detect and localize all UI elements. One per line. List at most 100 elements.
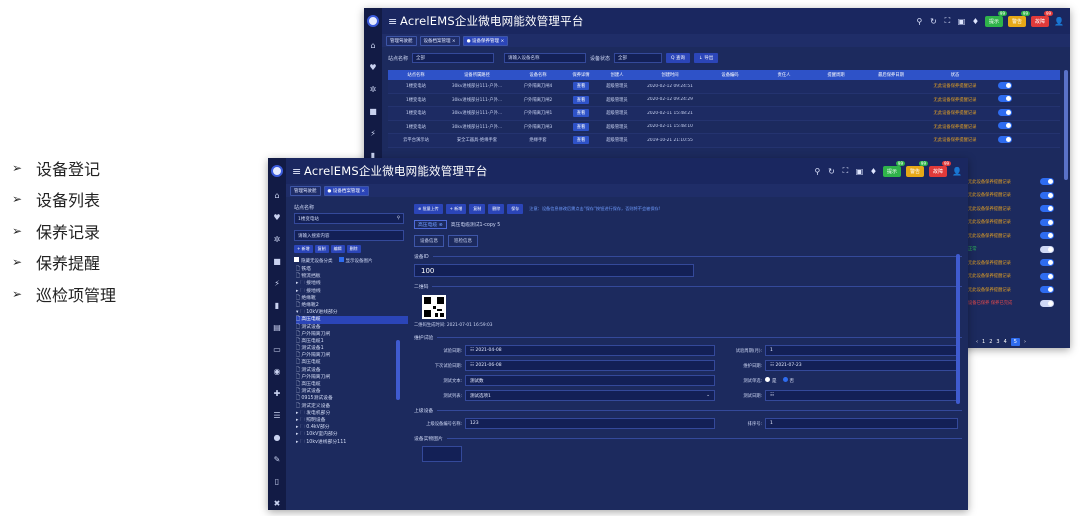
export-button[interactable]: ↓ 导出 xyxy=(694,53,719,63)
tree-scrollbar[interactable] xyxy=(396,340,400,400)
tag-icon[interactable]: ✚ xyxy=(268,382,286,404)
screen-icon[interactable]: ▣ xyxy=(957,17,966,26)
enable-toggle[interactable] xyxy=(1040,299,1054,307)
power-icon[interactable]: ⚡ xyxy=(364,122,382,144)
view-detail-button[interactable]: 查看 xyxy=(572,95,590,104)
tree-node[interactable]: 🗋 绝缘靴2 xyxy=(296,302,408,309)
folder-icon[interactable]: ■ xyxy=(268,250,286,272)
enable-toggle[interactable] xyxy=(1040,245,1054,253)
status-select[interactable]: 全部 xyxy=(614,53,663,63)
tree-node[interactable]: 🗋 0915测试设备 xyxy=(296,395,408,402)
form-action-button[interactable]: ⊕ 批量上传 xyxy=(414,204,443,214)
shirt-icon[interactable]: ♦ xyxy=(869,167,878,176)
page-button[interactable]: 1 xyxy=(982,339,985,345)
enable-toggle[interactable] xyxy=(1040,259,1054,267)
tree-action-button[interactable]: 编辑 xyxy=(330,245,345,253)
field-input[interactable]: ☷ 2021-07-23 xyxy=(765,360,958,371)
enable-toggle[interactable] xyxy=(998,122,1012,130)
tree-node[interactable]: ▸ 🗀 接地线 xyxy=(296,280,408,287)
query-button[interactable]: Q 查询 xyxy=(666,53,691,63)
fullscreen-icon[interactable]: ⛶ xyxy=(841,166,850,176)
tree-node[interactable]: ▸ 🗀 10kv进线部分111 xyxy=(296,439,408,446)
screen-icon[interactable]: ▣ xyxy=(855,167,864,176)
shirt-icon[interactable]: ♦ xyxy=(971,17,980,26)
tree-node[interactable]: ▾ 🗀 10kV进线部分 xyxy=(296,309,408,316)
tree-node[interactable]: 🗋 测试设备 xyxy=(296,388,408,395)
alarm-badge-red[interactable]: 故障 99 xyxy=(929,160,952,177)
site-select[interactable]: 全部 xyxy=(412,53,495,63)
view-detail-button[interactable]: 查看 xyxy=(572,136,590,145)
chart-icon[interactable]: ▮ xyxy=(268,294,286,316)
folder-icon[interactable]: ■ xyxy=(364,100,382,122)
nav-tab[interactable]: 管理驾驶舱 xyxy=(290,185,321,196)
form-action-button[interactable]: + 新增 xyxy=(445,204,467,214)
tree-node[interactable]: 🗋 高压电缆 xyxy=(296,316,408,324)
page-button[interactable]: 5 xyxy=(1010,338,1020,346)
tree-node[interactable]: ▸ 🗀 10kV室内部分 xyxy=(296,431,408,438)
sort-input[interactable]: 1 xyxy=(765,418,958,429)
page-button[interactable]: 2 xyxy=(989,339,992,345)
form-subtab[interactable]: 巡检信息 xyxy=(448,235,478,247)
enable-toggle[interactable] xyxy=(1040,232,1054,240)
field-input[interactable]: 1 xyxy=(765,345,958,356)
calendar-icon[interactable]: ▤ xyxy=(268,316,286,338)
tree-node[interactable]: 🗋 户外隔离刀闸 xyxy=(296,374,408,381)
bulb-icon[interactable]: ● xyxy=(268,426,286,448)
tree-node[interactable]: 🗋 测试设备 xyxy=(296,367,408,374)
alarm-badge-green[interactable]: 提示 99 xyxy=(882,160,905,177)
hide-empty-checkbox[interactable]: 隐藏无设备分类 xyxy=(294,257,333,264)
field-input[interactable]: 测试数 xyxy=(465,375,715,386)
page-button[interactable]: 4 xyxy=(1004,339,1007,345)
tree-node[interactable]: 🗋 户外隔离刀闸 xyxy=(296,331,408,338)
form-action-button[interactable]: 删除 xyxy=(488,204,505,214)
tree-node[interactable]: ▸ 🗀 接地线 xyxy=(296,288,408,295)
form-scrollbar[interactable] xyxy=(956,254,960,404)
device-name-input[interactable]: 请输入设备名称 xyxy=(504,53,587,63)
tree-node[interactable]: ▸ 🗀 发电机部分 xyxy=(296,410,408,417)
view-detail-button[interactable]: 查看 xyxy=(572,122,590,131)
enable-toggle[interactable] xyxy=(998,81,1012,89)
form-action-button[interactable]: 保存 xyxy=(507,204,524,214)
device-id-field[interactable]: 100 xyxy=(414,264,694,277)
gear-icon[interactable]: ✲ xyxy=(268,228,286,250)
tree-node[interactable]: 🗋 高压电缆 xyxy=(296,359,408,366)
refresh-icon[interactable]: ↻ xyxy=(929,17,938,26)
tree-node[interactable]: 🗋 测试设备 xyxy=(296,324,408,331)
tree-node[interactable]: 🗋 高压电缆 xyxy=(296,381,408,388)
site-select[interactable]: 1楼变电站 ⚲ xyxy=(294,213,404,224)
nav-tab[interactable]: 管理驾驶舱 xyxy=(386,35,417,46)
enable-toggle[interactable] xyxy=(998,108,1012,116)
nav-tab[interactable]: 设备档案管理 × xyxy=(419,35,460,46)
wrench-icon[interactable]: ✖ xyxy=(268,492,286,510)
user-icon[interactable]: 👤 xyxy=(952,167,962,176)
home-icon[interactable]: ⌂ xyxy=(268,184,286,206)
gear-icon[interactable]: ✲ xyxy=(364,78,382,100)
tree-node[interactable]: ▸ 🗀 照明设备 xyxy=(296,417,408,424)
upper-device-input[interactable]: 123 xyxy=(465,418,715,429)
search-icon[interactable]: ⚲ xyxy=(915,17,924,26)
tree-node[interactable]: 🗋 绝缘靴 xyxy=(296,295,408,302)
enable-toggle[interactable] xyxy=(1040,218,1054,226)
search-icon[interactable]: ⚲ xyxy=(397,216,400,221)
tree-node[interactable]: 🗋 铁塔 xyxy=(296,266,408,273)
location-icon[interactable]: ◉ xyxy=(268,360,286,382)
field-input[interactable]: ☷ xyxy=(765,390,958,401)
table-scrollbar[interactable] xyxy=(1064,70,1068,180)
alarm-badge-green[interactable]: 提示 99 xyxy=(984,10,1007,27)
form-action-button[interactable]: 复制 xyxy=(469,204,486,214)
page-button[interactable]: ‹ xyxy=(976,339,978,345)
page-button[interactable]: 3 xyxy=(996,339,999,345)
tree-node[interactable]: 🗋 户外隔离刀闸 xyxy=(296,352,408,359)
user-icon[interactable]: 👤 xyxy=(1054,17,1064,26)
tree-node[interactable]: 🗋 高压电缆1 xyxy=(296,338,408,345)
enable-toggle[interactable] xyxy=(1040,286,1054,294)
device-image-upload[interactable] xyxy=(422,446,462,462)
enable-toggle[interactable] xyxy=(998,95,1012,103)
tree-search-input[interactable]: 请输入搜索内容 xyxy=(294,230,404,241)
alarm-badge-yellow[interactable]: 警告 99 xyxy=(1008,10,1031,27)
tree-action-button[interactable]: 删除 xyxy=(346,245,361,253)
tree-node[interactable]: 🗋 物流挡板 xyxy=(296,273,408,280)
tree-node[interactable]: ▸ 🗀 0.4kV部分 xyxy=(296,424,408,431)
page-button[interactable]: › xyxy=(1024,339,1026,345)
alarm-badge-red[interactable]: 故障 99 xyxy=(1031,10,1054,27)
